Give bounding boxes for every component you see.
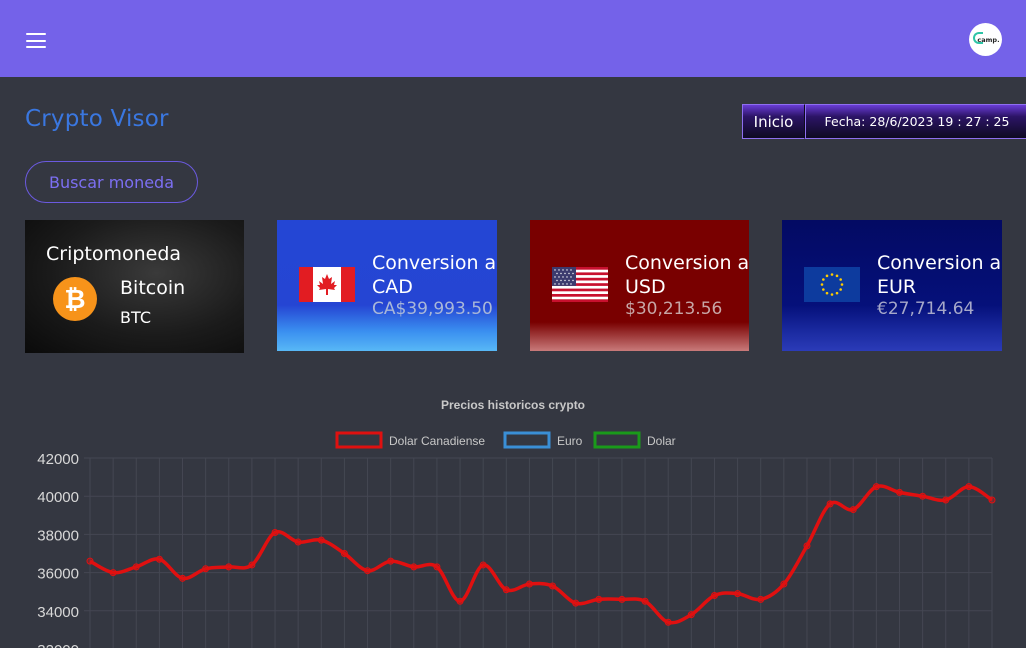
conversion-card-usd: Conversion a USD $30,213.56 xyxy=(530,220,749,351)
y-tick-label: 42000 xyxy=(37,451,79,468)
data-point xyxy=(687,611,695,619)
legend-label: Dolar xyxy=(647,434,676,448)
data-point xyxy=(271,528,279,536)
y-tick-label: 40000 xyxy=(37,489,79,506)
data-point xyxy=(618,595,626,603)
search-coin-button[interactable]: Buscar moneda xyxy=(25,161,198,203)
chart-title: Precios historicos crypto xyxy=(441,398,585,412)
bitcoin-icon: ₿ xyxy=(53,277,97,321)
conversion-title: Conversion a EUR xyxy=(877,252,1002,298)
conversion-title: Conversion a CAD xyxy=(372,252,497,298)
y-tick-label: 38000 xyxy=(37,527,79,544)
data-point xyxy=(572,599,580,607)
hamburger-menu-icon[interactable] xyxy=(26,33,46,48)
data-point xyxy=(780,580,788,588)
y-tick-label: 36000 xyxy=(37,566,79,583)
data-point xyxy=(340,550,348,557)
coin-name: Bitcoin xyxy=(120,277,186,299)
data-point xyxy=(826,500,834,508)
data-point xyxy=(132,563,140,571)
conversion-value: CA$39,993.50 xyxy=(372,299,493,319)
usa-flag-icon xyxy=(552,267,608,302)
legend-swatch xyxy=(335,431,383,449)
conversion-value: €27,714.64 xyxy=(877,299,975,319)
data-point xyxy=(225,563,233,571)
conversion-card-eur: Conversion a EUR €27,714.64 xyxy=(782,220,1002,351)
data-point xyxy=(456,597,464,605)
data-point xyxy=(549,582,557,590)
data-point xyxy=(155,555,163,563)
crypto-card-heading: Criptomoneda xyxy=(46,243,182,265)
y-tick-label: 34000 xyxy=(37,604,79,621)
data-point xyxy=(849,506,857,514)
data-point xyxy=(86,557,94,565)
data-point xyxy=(248,561,256,569)
canada-flag-icon xyxy=(299,267,355,302)
data-point xyxy=(734,590,742,598)
data-point xyxy=(664,618,672,626)
data-point xyxy=(387,557,395,565)
data-point xyxy=(757,595,765,603)
data-point xyxy=(595,595,603,603)
data-point xyxy=(294,538,302,546)
date-time-display: Fecha: 28/6/2023 19 : 27 : 25 xyxy=(805,104,1026,139)
top-app-bar: camp. xyxy=(0,0,1026,77)
nav-button-group: Inicio Fecha: 28/6/2023 19 : 27 : 25 xyxy=(742,104,1026,139)
camp-logo-icon xyxy=(973,32,983,44)
data-point xyxy=(525,580,533,588)
inicio-button[interactable]: Inicio xyxy=(742,104,805,139)
data-point xyxy=(965,483,973,491)
data-point xyxy=(109,569,117,577)
data-point xyxy=(710,592,718,600)
legend-swatch xyxy=(503,431,551,449)
legend-label: Dolar Canadiense xyxy=(389,434,485,448)
legend-item: Dolar Canadiense xyxy=(335,431,485,449)
chart-svg: Precios historicos crypto Dolar Canadiens… xyxy=(37,398,996,648)
data-point xyxy=(641,597,649,605)
data-point xyxy=(502,586,510,594)
conversion-title: Conversion a USD xyxy=(625,252,749,298)
price-history-chart: Precios historicos crypto Dolar Canadiens… xyxy=(0,380,1026,648)
data-point xyxy=(433,563,441,571)
data-point xyxy=(317,536,325,544)
y-tick-label: 32000 xyxy=(37,642,79,648)
data-point xyxy=(179,574,187,582)
legend-item: Dolar xyxy=(593,431,676,449)
data-point xyxy=(479,561,487,569)
conversion-value: $30,213.56 xyxy=(625,299,723,319)
legend-label: Euro xyxy=(557,434,583,448)
page-title: Crypto Visor xyxy=(25,106,169,132)
avatar[interactable]: camp. xyxy=(969,23,1002,56)
data-point xyxy=(919,492,927,500)
legend-item: Euro xyxy=(503,431,583,449)
series-line-dolar-canadiense xyxy=(89,484,993,625)
coin-symbol: BTC xyxy=(120,308,151,327)
data-point xyxy=(988,496,996,504)
data-point xyxy=(364,567,372,575)
data-point xyxy=(895,488,903,496)
data-point xyxy=(872,483,880,491)
data-point xyxy=(942,496,950,504)
eu-flag-icon xyxy=(804,267,860,302)
data-point xyxy=(803,542,811,550)
crypto-card: Criptomoneda ₿ Bitcoin BTC xyxy=(25,220,244,353)
legend-swatch xyxy=(593,431,641,449)
data-point xyxy=(410,563,418,571)
conversion-card-cad: Conversion a CAD CA$39,993.50 xyxy=(277,220,497,351)
data-point xyxy=(202,565,210,573)
